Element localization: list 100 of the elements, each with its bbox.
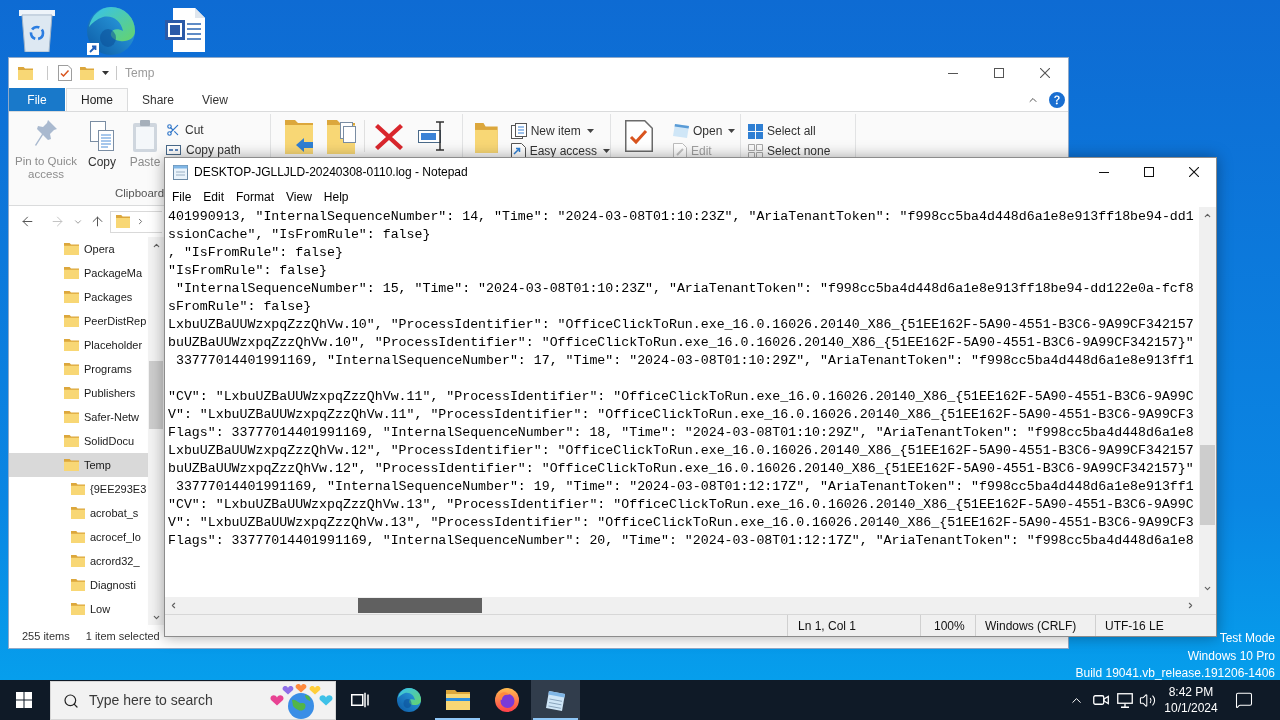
ribbon-tab[interactable]: File bbox=[9, 88, 65, 111]
search-box[interactable]: Type here to search bbox=[50, 681, 336, 720]
copy-icon bbox=[90, 121, 114, 151]
window-title: DESKTOP-JGLLJLD-20240308-0110.log - Notepad bbox=[194, 164, 468, 181]
x-mark-icon[interactable] bbox=[375, 124, 403, 150]
browser-shortcut-icon[interactable] bbox=[87, 7, 135, 55]
address-field[interactable] bbox=[110, 210, 162, 233]
network-icon[interactable] bbox=[1117, 692, 1133, 708]
tree-item[interactable]: PeerDistRep bbox=[9, 309, 148, 333]
text-line: V": "LxbuUZBaUUWzxpqZzzQhVw.11", "ProcessIdentifier": "OfficeClickToRun.exe_16.0.16026.20140_X86_{51EE162F-5A90-4551-B3C6-9A99CF3 bbox=[168, 406, 1194, 424]
grid-icon bbox=[748, 123, 763, 139]
folder-icon bbox=[71, 603, 85, 615]
minimize-icon bbox=[1098, 171, 1109, 173]
tree-item[interactable]: Temp bbox=[9, 453, 148, 477]
text-line: LxbuUZBaUUWzxpqZzzQhVw.10", "ProcessIdentifier": "OfficeClickToRun.exe_16.0.16026.20140_X86_{51EE162F-5A90-4551-B3C6-9A99CF342157 bbox=[168, 316, 1194, 334]
search-icon bbox=[63, 692, 79, 709]
text-line: 33777014401991169, "InternalSequenceNumber": 19, "Time": "2024-03-08T01:12:17Z", "AriaTenantToken": "f998cc5ba4d448d6a1e8e913ff1 bbox=[174, 478, 1194, 496]
select-none-button[interactable]: Select none bbox=[748, 141, 831, 161]
tree-item[interactable]: Placeholder bbox=[9, 333, 148, 357]
tree-item[interactable]: Low bbox=[9, 597, 148, 621]
desktop-notice-text: Windows 10 Pro bbox=[1187, 647, 1275, 665]
desktop-notice-text: Test Mode bbox=[1219, 630, 1275, 647]
scroll-right-icon[interactable] bbox=[1186, 601, 1195, 610]
folder-icon bbox=[80, 66, 94, 80]
tree-item[interactable]: acrord32_ bbox=[9, 549, 148, 573]
recycle-bin-icon[interactable] bbox=[19, 9, 55, 52]
clipboard-icon bbox=[133, 120, 157, 152]
folder-arrow-icon[interactable] bbox=[285, 120, 313, 154]
ribbon-tab[interactable]: Home bbox=[66, 88, 128, 111]
folder-icon bbox=[64, 243, 79, 255]
folder-icon bbox=[64, 435, 79, 447]
copy-button[interactable]: Copy bbox=[86, 118, 118, 169]
tree-item[interactable]: {9EE293E3 bbox=[9, 477, 148, 501]
scissors-icon bbox=[166, 123, 180, 137]
tree-item[interactable]: Opera bbox=[9, 237, 148, 261]
caret-icon bbox=[586, 129, 594, 133]
copy-path-button[interactable]: Copy path bbox=[166, 140, 241, 160]
tree-item[interactable]: Publishers bbox=[9, 381, 148, 405]
window-title: Temp bbox=[125, 65, 155, 82]
text-line: buUZBaUUWzxpqZzzQhVw.12", "ProcessIdentifier": "OfficeClickToRun.exe_16.0.16026.20140_X86_{51EE162F-5A90-4551-B3C6-9A99CF342157}" bbox=[168, 460, 1194, 478]
tree-item[interactable]: acrobat_s bbox=[9, 501, 148, 525]
folder-documents-icon[interactable] bbox=[327, 120, 356, 154]
text-line: Flags": 33777014401991169, "InternalSequenceNumber": 20, "Time": "2024-03-08T01:12:17Z", "AriaTenantToken": "f998cc5ba4d448d6a1e8 bbox=[168, 532, 1194, 550]
tree-item[interactable]: Packages bbox=[9, 285, 148, 309]
tree-item[interactable]: SolidDocu bbox=[9, 429, 148, 453]
maximize-icon bbox=[994, 68, 1004, 78]
tree-item[interactable]: Programs bbox=[9, 357, 148, 381]
menu-item[interactable]: File bbox=[166, 186, 198, 207]
folder-icon bbox=[64, 411, 79, 423]
text-line: "CV": "LxbuUZBaUUWzxpqZzzQhVw.11", "ProcessIdentifier": "OfficeClickToRun.exe_16.0.16026.20140_X86_{51EE162F-5A90-4551-B3C6-9A99C bbox=[168, 388, 1194, 406]
text-cursor-box-icon[interactable] bbox=[418, 121, 445, 151]
video-camera-icon[interactable] bbox=[1093, 693, 1109, 707]
tree-item[interactable]: acrocef_lo bbox=[9, 525, 148, 549]
menu-item[interactable]: Help bbox=[317, 186, 355, 207]
tree-item[interactable]: PackageMa bbox=[9, 261, 148, 285]
folder-icon bbox=[18, 66, 33, 80]
back-icon[interactable] bbox=[20, 214, 35, 229]
clock[interactable]: 8:42 PM 10/1/2024 bbox=[1160, 680, 1222, 720]
task-view-icon bbox=[351, 692, 369, 708]
grid-outline-icon bbox=[748, 143, 763, 159]
new-item-button[interactable]: New item bbox=[510, 121, 610, 141]
scroll-thumb[interactable] bbox=[1200, 445, 1215, 525]
folder-icon bbox=[64, 459, 79, 471]
help-icon[interactable] bbox=[1049, 91, 1065, 108]
search-field[interactable]: Type here to search bbox=[89, 690, 264, 711]
caret-icon bbox=[102, 71, 109, 75]
menu-item[interactable]: Format bbox=[230, 186, 281, 207]
folder-icon bbox=[64, 291, 79, 303]
document-icon[interactable] bbox=[165, 8, 205, 52]
scroll-thumb[interactable] bbox=[149, 361, 163, 429]
folder-icon bbox=[64, 315, 79, 327]
line-ending: Windows (CRLF) bbox=[985, 617, 1077, 635]
menu-item[interactable]: View bbox=[280, 186, 318, 207]
folder-icon bbox=[475, 123, 498, 153]
up-icon[interactable] bbox=[90, 214, 105, 229]
caret-icon bbox=[728, 129, 736, 133]
scroll-thumb[interactable] bbox=[358, 598, 482, 613]
flame-globe-icon bbox=[494, 688, 519, 712]
folder-icon bbox=[71, 531, 85, 543]
text-line: , "IsFromRule": false} bbox=[168, 244, 343, 262]
open-button[interactable]: Open bbox=[673, 121, 736, 141]
menu-item[interactable]: Edit bbox=[197, 186, 231, 207]
tree-item[interactable]: Diagnosti bbox=[9, 573, 148, 597]
text-line: 401990913, "InternalSequenceNumber": 14, "Time": "2024-03-08T01:10:23Z", "AriaTenantToken": "f998cc5ba4d448d6a1e8e913ff18be94-dd1 bbox=[168, 208, 1194, 226]
tree-item[interactable]: Safer-Netw bbox=[9, 405, 148, 429]
taskbar-app-button[interactable] bbox=[531, 680, 580, 720]
text-box-icon bbox=[166, 145, 181, 155]
scroll-left-icon[interactable] bbox=[169, 601, 178, 610]
folder-icon bbox=[71, 483, 85, 495]
ribbon-tab[interactable]: Share bbox=[128, 88, 189, 111]
caret-icon bbox=[603, 149, 610, 153]
speaker-icon[interactable] bbox=[1139, 691, 1156, 709]
scroll-down-icon[interactable] bbox=[1203, 584, 1212, 593]
select-all-button[interactable]: Select all bbox=[748, 121, 831, 141]
text-line: LxbuUZBaUUWzxpqZzzQhVw.12", "ProcessIdentifier": "OfficeClickToRun.exe_16.0.16026.20140_X86_{51EE162F-5A90-4551-B3C6-9A99CF342157 bbox=[168, 442, 1194, 460]
cut-button[interactable]: Cut bbox=[166, 120, 241, 140]
scroll-up-icon[interactable] bbox=[1203, 211, 1212, 220]
ribbon-tab[interactable]: View bbox=[188, 88, 242, 111]
folder-icon bbox=[71, 579, 85, 591]
notepad-icon bbox=[173, 164, 188, 180]
